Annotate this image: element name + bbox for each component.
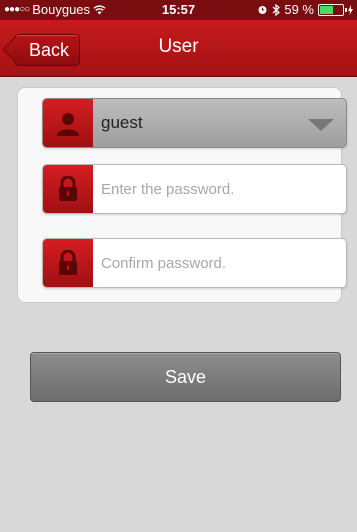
status-right: 59 % <box>257 2 353 17</box>
confirm-password-input[interactable] <box>95 239 346 287</box>
bluetooth-icon <box>272 3 281 16</box>
alarm-icon <box>258 6 267 14</box>
user-icon <box>43 99 93 147</box>
lock-icon <box>43 239 93 287</box>
save-button-label: Save <box>164 366 207 387</box>
lock-icon <box>43 165 93 213</box>
battery-percent: 59 % <box>284 2 314 17</box>
page-title: User <box>158 36 199 57</box>
save-button[interactable]: Save <box>30 352 341 402</box>
battery-icon <box>318 3 347 16</box>
password-input[interactable] <box>95 165 346 213</box>
user-select[interactable]: guest <box>42 98 347 148</box>
status-bar: ●●●○○ Bouygues 15:57 59 % <box>0 0 357 20</box>
user-form-panel: guest <box>17 87 347 303</box>
user-select-value: guest <box>101 113 143 132</box>
confirm-password-field[interactable] <box>42 238 347 288</box>
password-field[interactable] <box>42 164 347 214</box>
charging-icon <box>348 4 353 15</box>
dropdown-arrow-icon[interactable] <box>308 119 334 131</box>
navigation-bar: Back User <box>0 20 357 77</box>
